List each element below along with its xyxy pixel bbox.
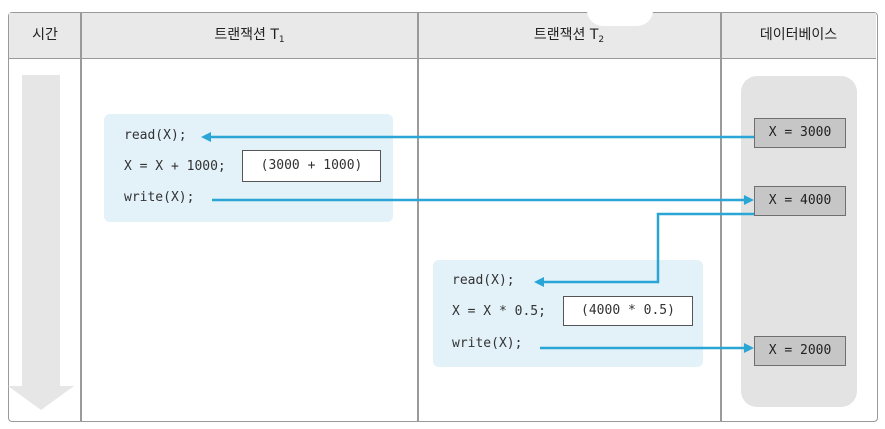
arrow-read-t2 (543, 212, 754, 284)
flow-arrows (201, 132, 754, 353)
arrowhead-write-t2 (744, 343, 754, 353)
arrowhead-read-t1 (201, 132, 211, 142)
arrowhead-read-t2 (534, 277, 544, 287)
arrowhead-write-t1 (744, 195, 754, 205)
